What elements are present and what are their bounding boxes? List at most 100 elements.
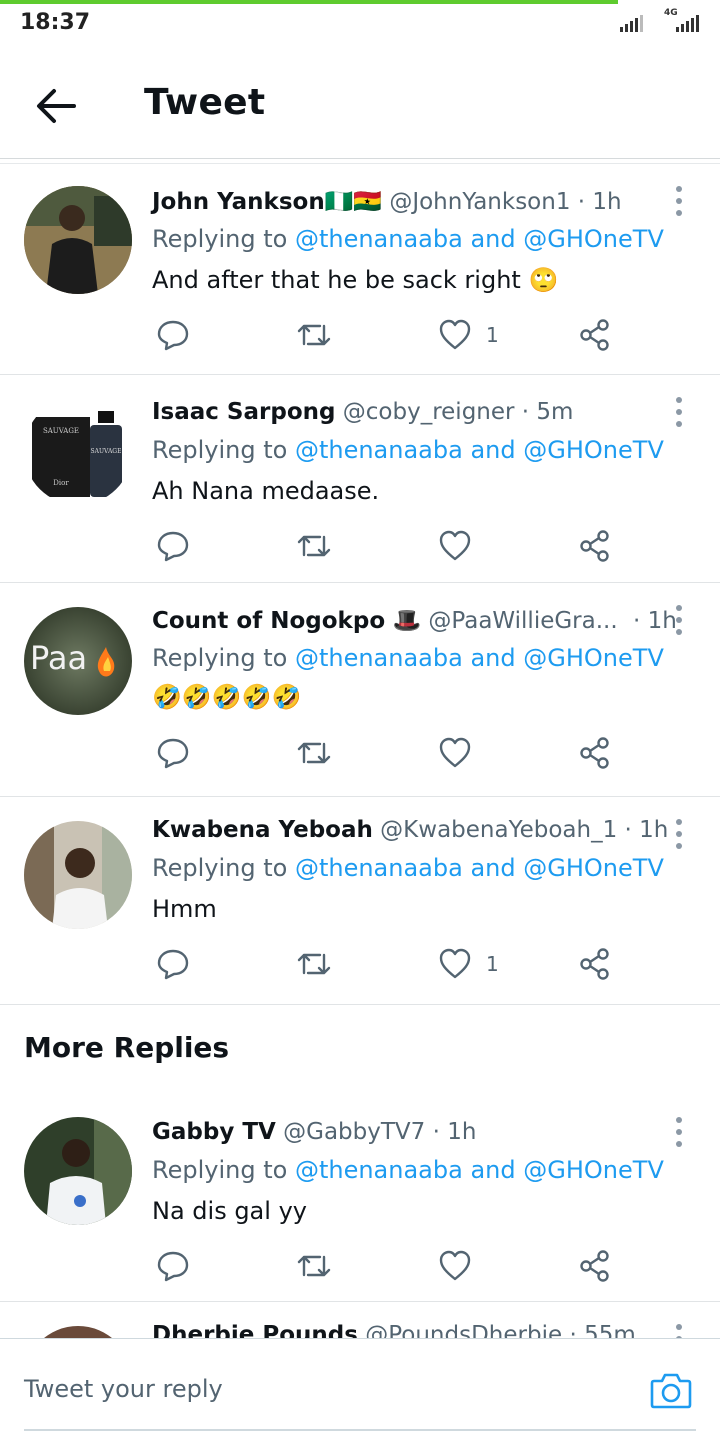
- share-button[interactable]: [578, 315, 612, 355]
- tweet-actions: [152, 733, 632, 773]
- replying-to: Replying to @thenanaaba and @GHOneTV: [152, 644, 664, 672]
- mention-link[interactable]: @GHOneTV: [523, 225, 664, 253]
- tweet-text: Na dis gal yy: [152, 1197, 307, 1225]
- retweet-button[interactable]: [296, 733, 332, 773]
- retweet-icon: [297, 324, 331, 346]
- and-text: and: [470, 1156, 516, 1184]
- more-options-button[interactable]: [672, 819, 686, 849]
- tweet[interactable]: Kwabena Yeboah @KwabenaYeboah_1 · 1h Rep…: [0, 797, 720, 1005]
- share-icon: [580, 319, 609, 351]
- author-name[interactable]: Count of Nogokpo: [152, 608, 385, 634]
- avatar-photo: [24, 1326, 132, 1338]
- like-button[interactable]: [438, 1246, 486, 1286]
- mention-link[interactable]: @thenanaaba: [295, 854, 463, 882]
- avatar-photo: [24, 821, 132, 929]
- reply-button[interactable]: [156, 526, 190, 566]
- author-handle[interactable]: @GabbyTV7: [283, 1119, 425, 1145]
- share-button[interactable]: [578, 733, 612, 773]
- author-name[interactable]: Kwabena Yeboah: [152, 817, 373, 843]
- replying-prefix: Replying to: [152, 1156, 288, 1184]
- more-options-button[interactable]: [672, 1324, 686, 1338]
- like-count: 1: [486, 323, 499, 347]
- mention-link[interactable]: @thenanaaba: [295, 436, 463, 464]
- tweet-header: Dherbie Pounds @PoundsDherbie · 55m: [152, 1322, 636, 1338]
- retweet-icon: [297, 953, 331, 975]
- author-name[interactable]: Gabby TV: [152, 1119, 276, 1145]
- author-handle[interactable]: @PaaWillieGra...: [428, 608, 617, 634]
- reply-button[interactable]: [156, 1246, 190, 1286]
- back-button[interactable]: [34, 86, 78, 126]
- author-handle[interactable]: @JohnYankson1: [389, 189, 570, 215]
- mention-link[interactable]: @thenanaaba: [295, 225, 463, 253]
- input-underline: [24, 1429, 696, 1431]
- tweet-header: Isaac Sarpong @coby_reigner · 5m: [152, 399, 573, 425]
- retweet-button[interactable]: [296, 315, 332, 355]
- tweet-text: Hmm: [152, 895, 217, 923]
- replying-to: Replying to @thenanaaba and @GHOneTV: [152, 854, 664, 882]
- retweet-icon: [297, 1255, 331, 1277]
- mention-link[interactable]: @thenanaaba: [295, 644, 463, 672]
- flag-emoji: 🇳🇬🇬🇭: [324, 189, 382, 215]
- share-icon: [580, 948, 609, 980]
- and-text: and: [470, 436, 516, 464]
- tweet[interactable]: Paa Count of Nogokpo 🎩 @PaaWillieGra... …: [0, 583, 720, 797]
- like-button[interactable]: 1: [438, 944, 499, 984]
- tweet[interactable]: Gabby TV @GabbyTV7 · 1h Replying to @the…: [0, 1095, 720, 1302]
- more-options-button[interactable]: [672, 186, 686, 216]
- replying-prefix: Replying to: [152, 854, 288, 882]
- share-button[interactable]: [578, 526, 612, 566]
- heart-icon: [439, 737, 471, 768]
- mention-link[interactable]: @GHOneTV: [523, 436, 664, 464]
- avatar-text: Paa: [30, 639, 87, 677]
- retweet-button[interactable]: [296, 944, 332, 984]
- like-button[interactable]: [438, 526, 486, 566]
- avatar[interactable]: Paa: [24, 607, 132, 715]
- reply-button[interactable]: [156, 315, 190, 355]
- tweet-actions: 1: [152, 944, 632, 984]
- more-options-button[interactable]: [672, 397, 686, 427]
- avatar[interactable]: [24, 821, 132, 929]
- share-button[interactable]: [578, 1246, 612, 1286]
- mention-link[interactable]: @GHOneTV: [523, 644, 664, 672]
- mention-link[interactable]: @thenanaaba: [295, 1156, 463, 1184]
- avatar[interactable]: [24, 186, 132, 294]
- reply-button[interactable]: [156, 733, 190, 773]
- author-name[interactable]: John Yankson: [152, 189, 325, 215]
- author-handle[interactable]: @KwabenaYeboah_1: [380, 817, 617, 843]
- retweet-button[interactable]: [296, 526, 332, 566]
- camera-icon: [650, 1373, 692, 1409]
- tweet[interactable]: John Yankson🇳🇬🇬🇭 @JohnYankson1 · 1h Repl…: [0, 164, 720, 375]
- replying-prefix: Replying to: [152, 644, 288, 672]
- like-button[interactable]: 1: [438, 315, 499, 355]
- tweet-actions: 1: [152, 315, 632, 355]
- author-name[interactable]: Dherbie Pounds: [152, 1322, 358, 1338]
- reply-button[interactable]: [156, 944, 190, 984]
- more-options-button[interactable]: [672, 1117, 686, 1147]
- share-button[interactable]: [578, 944, 612, 984]
- divider: [0, 158, 720, 159]
- reply-input[interactable]: Tweet your reply: [24, 1375, 223, 1403]
- retweet-button[interactable]: [296, 1246, 332, 1286]
- tweet-header: Count of Nogokpo 🎩 @PaaWillieGra... · 1h: [152, 607, 677, 634]
- avatar[interactable]: SAUVAGE Dior SAUVAGE: [24, 397, 132, 505]
- author-handle[interactable]: @PoundsDherbie: [365, 1322, 562, 1338]
- and-text: and: [470, 854, 516, 882]
- like-button[interactable]: [438, 733, 486, 773]
- tweet-time: · 55m: [569, 1322, 636, 1338]
- avatar-photo: [24, 1117, 132, 1225]
- avatar[interactable]: [24, 1326, 132, 1338]
- tweet[interactable]: Dherbie Pounds @PoundsDherbie · 55m: [0, 1302, 720, 1338]
- mention-link[interactable]: @GHOneTV: [523, 1156, 664, 1184]
- reply-icon: [157, 1251, 189, 1282]
- author-name[interactable]: Isaac Sarpong: [152, 399, 335, 425]
- and-text: and: [470, 225, 516, 253]
- author-handle[interactable]: @coby_reigner: [343, 399, 515, 425]
- page-title: Tweet: [144, 82, 266, 123]
- tweet[interactable]: SAUVAGE Dior SAUVAGE Isaac Sarpong @coby…: [0, 375, 720, 583]
- camera-button[interactable]: [650, 1371, 692, 1409]
- heart-icon: [439, 1250, 471, 1281]
- share-icon: [580, 1250, 609, 1282]
- avatar[interactable]: [24, 1117, 132, 1225]
- avatar-photo: [24, 186, 132, 294]
- mention-link[interactable]: @GHOneTV: [523, 854, 664, 882]
